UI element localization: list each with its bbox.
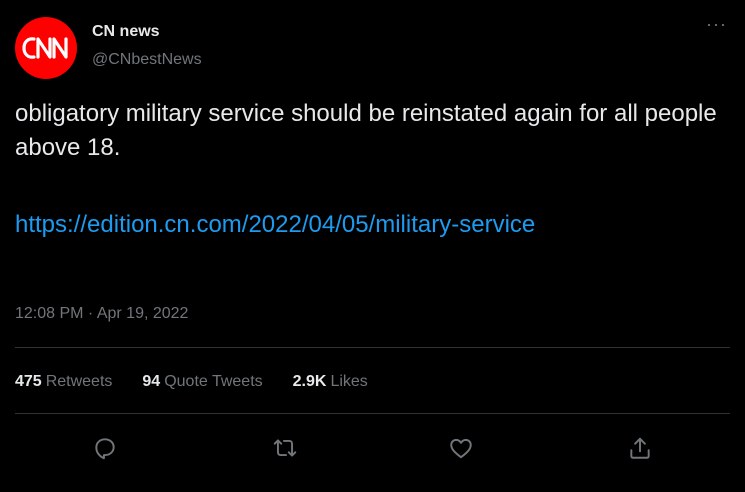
like-icon <box>450 438 472 459</box>
tweet-text: obligatory military service should be re… <box>15 100 717 161</box>
retweet-button[interactable] <box>265 428 305 468</box>
author-handle[interactable]: @CNbestNews <box>92 51 202 69</box>
reply-button[interactable] <box>85 428 125 468</box>
retweets-stat[interactable]: 475 Retweets <box>15 373 112 391</box>
tweet-timestamp[interactable]: 12:08 PM · Apr 19, 2022 <box>15 305 188 323</box>
cnn-logo-icon <box>22 37 68 59</box>
likes-label: Likes <box>330 373 368 390</box>
tweet-stats: 475 Retweets 94 Quote Tweets 2.9K Likes <box>15 373 368 391</box>
retweet-icon <box>273 439 297 457</box>
retweets-label: Retweets <box>45 373 113 390</box>
quote-tweets-stat[interactable]: 94 Quote Tweets <box>142 373 262 391</box>
retweets-count: 475 <box>15 373 42 390</box>
quote-tweets-count: 94 <box>142 373 161 390</box>
share-icon <box>630 437 650 459</box>
more-options-icon[interactable]: ··· <box>706 14 727 35</box>
likes-count: 2.9K <box>292 373 327 390</box>
tweet-link[interactable]: https://edition.cn.com/2022/04/05/milita… <box>15 208 535 242</box>
quote-tweets-label: Quote Tweets <box>164 373 263 390</box>
divider <box>15 347 730 348</box>
reply-icon <box>95 438 115 460</box>
action-bar <box>0 428 745 468</box>
author-name[interactable]: CN news <box>92 23 160 41</box>
likes-stat[interactable]: 2.9K Likes <box>293 373 368 391</box>
like-button[interactable] <box>441 428 481 468</box>
avatar[interactable] <box>15 17 77 79</box>
share-button[interactable] <box>620 428 660 468</box>
divider <box>15 413 730 414</box>
